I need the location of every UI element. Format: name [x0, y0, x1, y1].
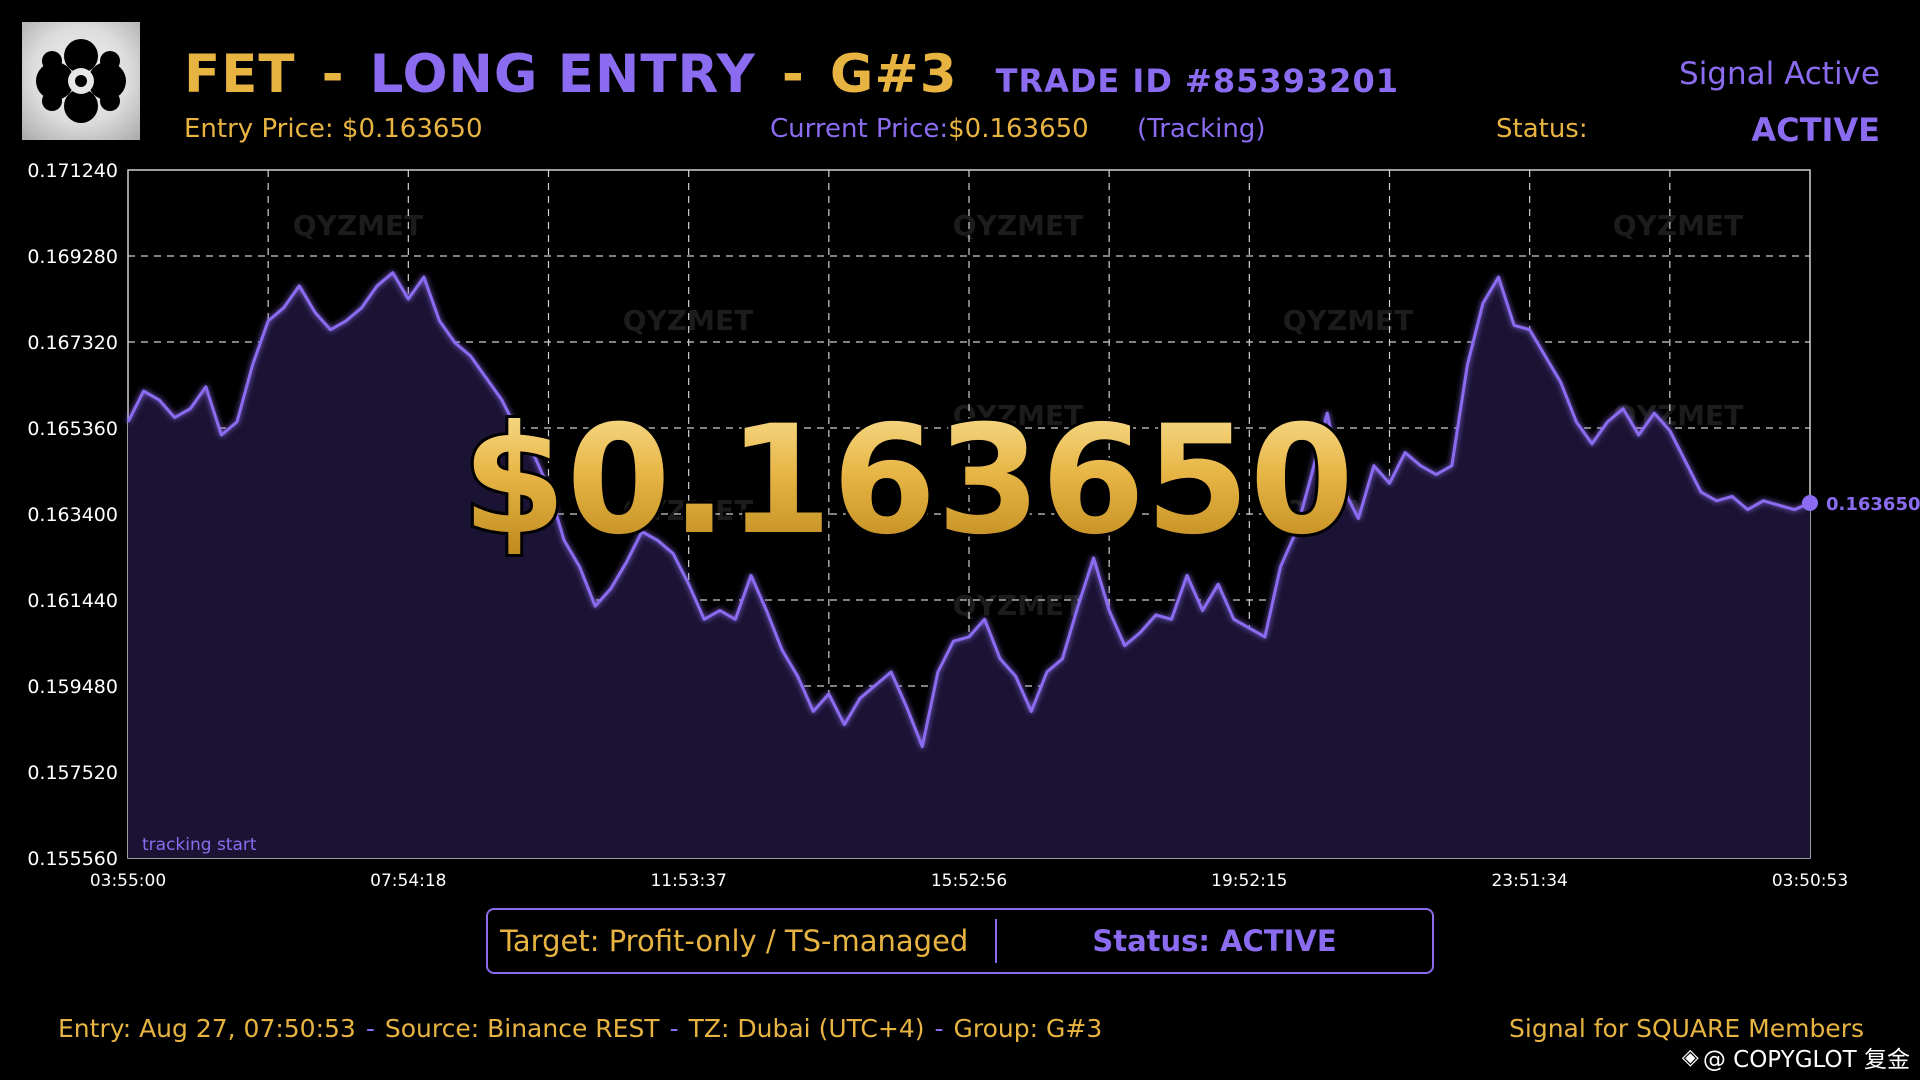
watermark-text: QYZMET [1613, 209, 1743, 242]
watermark-text: QYZMET [623, 304, 753, 337]
x-tick-label: 07:54:18 [370, 871, 446, 891]
footer-tz: TZ: Dubai (UTC+4) [688, 1014, 925, 1043]
footer-dash: - [934, 1014, 944, 1043]
credit-text: @ COPYGLOT 复金 [1702, 1047, 1910, 1073]
y-tick-label: 0.155560 [27, 848, 118, 870]
group-tag: G#3 [829, 44, 958, 105]
y-tick-label: 0.159480 [27, 676, 118, 698]
signal-state: Signal Active [1679, 56, 1880, 92]
status-value: ACTIVE [1751, 111, 1880, 149]
current-price-value: $0.163650 [948, 114, 1089, 144]
y-tick-label: 0.167320 [27, 332, 118, 354]
x-tick-label: 23:51:34 [1491, 871, 1567, 891]
footer-source: Source: Binance REST [384, 1014, 660, 1043]
x-tick-label: 15:52:56 [931, 871, 1007, 891]
footer-dash: - [669, 1014, 679, 1043]
watermark-text: QYZMET [953, 589, 1083, 622]
footer-dash: - [365, 1014, 375, 1043]
y-tick-label: 0.157520 [27, 762, 118, 784]
last-price-label: 0.163650 [1826, 494, 1920, 515]
y-tick-label: 0.161440 [27, 590, 118, 612]
x-tick-label: 03:50:53 [1772, 871, 1848, 891]
y-axis-ticks: 0.171240 0.169280 0.167320 0.165360 0.163400… [27, 160, 118, 870]
current-price: Current Price:$0.163650 (Tracking) [770, 114, 1266, 144]
diamond-icon: ◈ [1681, 1044, 1699, 1070]
entry-price: Entry Price: $0.163650 [184, 114, 483, 144]
footer-entry: Entry: Aug 27, 07:50:53 [58, 1014, 356, 1043]
entry-price-value: $0.163650 [341, 114, 483, 144]
tracking-start-annotation: tracking start [142, 835, 257, 855]
footer-members: Signal for SQUARE Members [1509, 1014, 1864, 1043]
watermark-text: QYZMET [293, 209, 423, 242]
title-row: FET - LONG ENTRY - G#3 TRADE ID #8539320… [184, 44, 1399, 114]
x-tick-label: 19:52:15 [1211, 871, 1287, 891]
status-label: Status: [1496, 114, 1588, 144]
entry-price-label: Entry Price: [184, 114, 334, 144]
current-price-label: Current Price: [770, 114, 949, 144]
x-tick-label: 03:55:00 [90, 871, 166, 891]
tracking-label: (Tracking) [1136, 114, 1266, 144]
x-tick-label: 11:53:37 [650, 871, 726, 891]
footer-meta: Entry: Aug 27, 07:50:53- Source: Binance … [58, 1014, 1102, 1043]
last-price-dot [1802, 495, 1818, 512]
title-separator: - [321, 44, 344, 105]
signal-card: QYZMET QYZMET QYZMET QYZMET QYZMET QYZMET QYZM… [0, 0, 1920, 1080]
target-text: Target: Profit-only / TS-managed [500, 924, 969, 958]
big-price: $0.163650 [462, 394, 1354, 568]
y-tick-label: 0.169280 [27, 246, 118, 268]
title-separator: - [781, 44, 804, 105]
trade-id: TRADE ID #85393201 [995, 62, 1399, 100]
target-status: Status: ACTIVE [1092, 924, 1337, 958]
footer-group: Group: G#3 [953, 1014, 1103, 1043]
target-panel: Target: Profit-only / TS-managed Status:… [486, 908, 1434, 974]
direction: LONG ENTRY [369, 44, 756, 105]
credit: ◈ @ COPYGLOT 复金 [1682, 1040, 1910, 1074]
y-tick-label: 0.171240 [27, 160, 118, 182]
watermark-text: QYZMET [953, 209, 1083, 242]
x-axis-ticks: 03:55:00 07:54:18 11:53:37 15:52:56 19:52:15… [90, 871, 1848, 891]
brand-logo [22, 22, 140, 140]
y-tick-label: 0.163400 [27, 504, 118, 526]
watermark-text: QYZMET [1283, 304, 1413, 337]
y-tick-label: 0.165360 [27, 418, 118, 440]
symbol: FET [184, 44, 296, 105]
abstract-blob-logo-icon [36, 39, 126, 123]
